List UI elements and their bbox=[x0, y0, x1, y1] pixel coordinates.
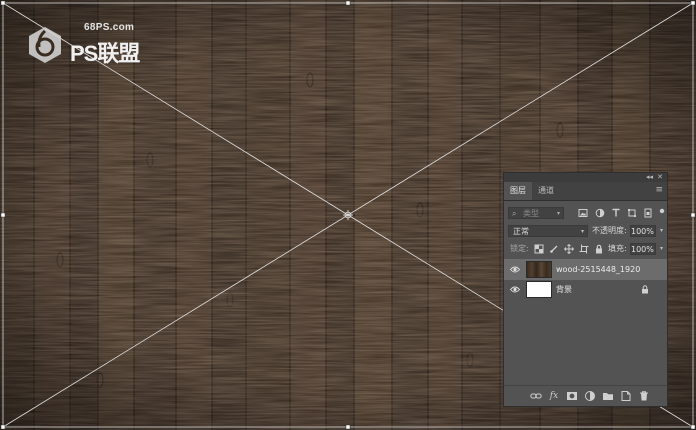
lock-all-icon[interactable] bbox=[594, 244, 604, 254]
watermark-brand: PS联盟 bbox=[70, 41, 140, 66]
blend-mode-value: 正常 bbox=[513, 227, 529, 236]
add-mask-icon[interactable] bbox=[566, 390, 578, 402]
lock-artboard-icon[interactable] bbox=[579, 244, 589, 254]
lock-row: 锁定: 填充: 100% ▾ bbox=[504, 240, 667, 258]
filter-kind-placeholder: 类型 bbox=[523, 209, 539, 218]
new-layer-icon[interactable] bbox=[620, 390, 632, 402]
link-layers-icon[interactable] bbox=[530, 390, 542, 402]
image-filter-icon[interactable] bbox=[578, 208, 588, 218]
layer-row-wood[interactable]: wood-2515448_1920 bbox=[504, 259, 667, 280]
fill-input[interactable]: 100% bbox=[630, 243, 656, 255]
eye-icon[interactable] bbox=[510, 285, 520, 294]
handle-bottom-right[interactable] bbox=[690, 424, 696, 430]
handle-bottom-center[interactable] bbox=[345, 424, 351, 430]
watermark-site: 68PS.com bbox=[84, 22, 135, 33]
adjustment-filter-icon[interactable] bbox=[595, 208, 605, 218]
tab-channels[interactable]: 通道 bbox=[532, 182, 560, 200]
opacity-input[interactable]: 100% bbox=[630, 225, 656, 237]
layer-row-background[interactable]: 背景 bbox=[504, 279, 667, 300]
fx-icon[interactable]: fx bbox=[548, 390, 560, 402]
photoshop-workspace: 68PS.com PS联盟 ◂◂ ✕ 图层 通道 ≡ ⌕ 类型 ▾ 正常 ▾ 不… bbox=[0, 0, 696, 430]
lock-position-icon[interactable] bbox=[564, 244, 574, 254]
layer-thumbnail bbox=[526, 261, 552, 278]
layers-panel[interactable]: ◂◂ ✕ 图层 通道 ≡ ⌕ 类型 ▾ 正常 ▾ 不透明度: 100% ▾ 锁定… bbox=[503, 172, 668, 407]
lock-label: 锁定: bbox=[510, 244, 529, 253]
layer-thumbnail bbox=[526, 281, 552, 298]
new-group-icon[interactable] bbox=[602, 390, 614, 402]
filter-toggle-icon[interactable] bbox=[657, 208, 667, 218]
fill-slider-toggle[interactable]: ▾ bbox=[657, 243, 666, 255]
lock-icon bbox=[642, 285, 648, 294]
panel-menu-icon[interactable]: ≡ bbox=[655, 185, 663, 195]
collapse-panel-icon[interactable]: ◂◂ bbox=[646, 173, 653, 182]
opacity-slider-toggle[interactable]: ▾ bbox=[657, 225, 666, 237]
delete-layer-icon[interactable] bbox=[638, 390, 650, 402]
handle-top-right[interactable] bbox=[690, 0, 696, 6]
smart-object-filter-icon[interactable] bbox=[643, 208, 653, 218]
layer-name[interactable]: 背景 bbox=[556, 279, 572, 300]
adjustment-layer-icon[interactable] bbox=[584, 390, 596, 402]
blend-mode-select[interactable]: 正常 ▾ bbox=[508, 225, 588, 237]
handle-middle-left[interactable] bbox=[0, 212, 6, 218]
eye-icon[interactable] bbox=[510, 265, 520, 274]
tab-layers[interactable]: 图层 bbox=[504, 182, 532, 200]
panel-title-bar[interactable]: ◂◂ ✕ bbox=[504, 173, 667, 182]
lock-transparent-pixels-icon[interactable] bbox=[534, 244, 544, 254]
shape-filter-icon[interactable] bbox=[627, 208, 637, 218]
ps-league-logo-icon bbox=[29, 27, 61, 63]
handle-top-center[interactable] bbox=[345, 0, 351, 6]
panel-tabs: 图层 通道 ≡ bbox=[504, 182, 667, 201]
handle-top-left[interactable] bbox=[0, 0, 6, 6]
lock-image-pixels-icon[interactable] bbox=[549, 244, 559, 254]
blend-row: 正常 ▾ 不透明度: 100% ▾ bbox=[504, 222, 667, 240]
layer-filter-row: ⌕ 类型 ▾ bbox=[504, 204, 667, 222]
handle-bottom-left[interactable] bbox=[0, 424, 6, 430]
filter-kind-select[interactable]: ⌕ 类型 ▾ bbox=[508, 207, 564, 219]
chevron-down-icon: ▾ bbox=[556, 210, 560, 217]
type-filter-icon[interactable] bbox=[611, 208, 621, 218]
handle-middle-right[interactable] bbox=[690, 212, 696, 218]
fill-label: 填充: bbox=[608, 244, 627, 253]
opacity-label: 不透明度: bbox=[592, 226, 627, 235]
chevron-down-icon: ▾ bbox=[580, 228, 584, 235]
watermark-logo: 68PS.com PS联盟 bbox=[26, 18, 156, 72]
layer-name[interactable]: wood-2515448_1920 bbox=[556, 259, 640, 280]
close-panel-icon[interactable]: ✕ bbox=[657, 173, 663, 182]
panel-bottom-toolbar: fx bbox=[504, 385, 667, 406]
search-icon: ⌕ bbox=[512, 209, 517, 218]
